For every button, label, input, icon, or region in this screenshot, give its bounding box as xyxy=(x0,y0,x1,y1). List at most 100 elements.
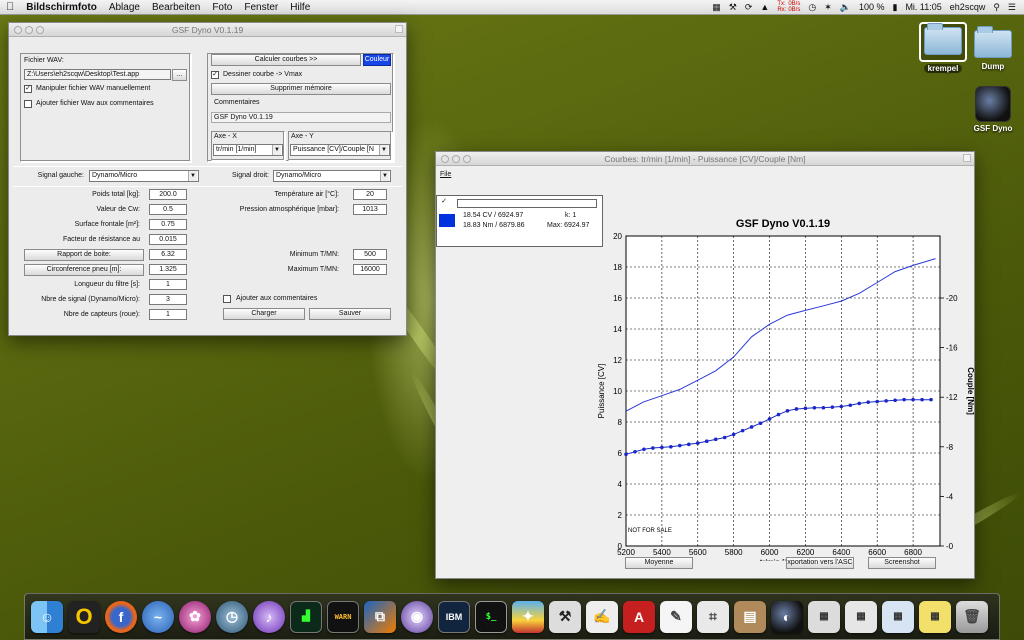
draw-curve-checkbox[interactable]: ✓ xyxy=(211,71,219,79)
max-rpm-field[interactable]: 16000 xyxy=(353,264,387,275)
save-button[interactable]: Sauver xyxy=(309,308,391,320)
signal-right-select[interactable]: Dynamo/Micro ▼ xyxy=(273,170,391,182)
add-wav-comments-checkbox[interactable] xyxy=(24,100,32,108)
y-tick-label: 12 xyxy=(613,356,622,365)
param-value[interactable]: 1 xyxy=(149,309,187,320)
gear-ratio-button[interactable]: Rapport de boite: xyxy=(24,249,144,261)
y-tick-label: 2 xyxy=(618,511,623,520)
axis-x-select[interactable]: tr/min [1/min] ▼ xyxy=(213,144,283,156)
itunes-icon[interactable]: ♪ xyxy=(253,600,285,633)
terminal-icon[interactable]: $_ xyxy=(475,600,507,633)
param-value[interactable]: 1 xyxy=(149,279,187,290)
console-icon[interactable]: WARN xyxy=(327,600,359,633)
clock[interactable]: Mi. 11:05 xyxy=(905,2,941,12)
resize-icon[interactable] xyxy=(963,154,971,162)
browse-button[interactable]: ... xyxy=(172,69,187,81)
window-thumb-icon[interactable]: ▦ xyxy=(882,600,914,633)
menubar:  Bildschirmfoto Ablage Bearbeiten Foto … xyxy=(0,0,1024,15)
resize-icon[interactable] xyxy=(395,25,403,33)
param-value[interactable]: 0.75 xyxy=(149,219,187,230)
temperature-field[interactable]: 20 xyxy=(353,189,387,200)
virtualbox-icon[interactable]: ⧉ xyxy=(364,600,396,633)
gsf-dyno-dock-icon[interactable]: ◐ xyxy=(771,600,803,633)
volume-icon[interactable]: 🔈 xyxy=(840,2,851,13)
menu-foto[interactable]: Foto xyxy=(206,2,238,13)
zoom-button[interactable] xyxy=(36,26,44,34)
battery-icon[interactable]: ▮ xyxy=(892,2,897,13)
minimize-button[interactable] xyxy=(25,26,33,34)
signal-left-select[interactable]: Dynamo/Micro ▼ xyxy=(89,170,199,182)
wifi-icon[interactable]: ▲ xyxy=(760,2,769,12)
calculate-curves-button[interactable]: Calculer courbes >> xyxy=(211,54,361,66)
minimize-button[interactable] xyxy=(452,155,460,163)
close-button[interactable] xyxy=(441,155,449,163)
script-icon[interactable]: ✍ xyxy=(586,600,618,633)
user-name[interactable]: eh2scqw xyxy=(950,2,986,12)
wav-path-field[interactable]: Z:\Users\eh2scqw\Desktop\Test.app xyxy=(24,69,171,80)
desktop-icon-dump[interactable]: Dump xyxy=(963,26,1023,71)
menu-ablage[interactable]: Ablage xyxy=(103,2,146,13)
network-monitor[interactable]: Tx: Rx: 0B/s 0B/s xyxy=(777,1,800,13)
export-ascii-button[interactable]: xportation vers l'ASC xyxy=(786,557,854,569)
screenshot-button[interactable]: Screenshot xyxy=(868,557,936,569)
y2-tick-label: -0 xyxy=(946,542,954,551)
zoom-button[interactable] xyxy=(463,155,471,163)
chart-window-titlebar[interactable]: Courbes: tr/min [1/min] - Puissance [CV]… xyxy=(436,152,974,166)
activity-icon[interactable]: ~ xyxy=(142,600,174,633)
delete-memory-button[interactable]: Supprimer mémoire xyxy=(211,83,391,95)
comments-field[interactable]: GSF Dyno V0.1.19 xyxy=(211,112,391,123)
series-point xyxy=(803,406,808,411)
activity-monitor-icon[interactable]: ▟ xyxy=(290,600,322,633)
min-rpm-field[interactable]: 500 xyxy=(353,249,387,260)
param-value[interactable]: 6.32 xyxy=(149,249,187,260)
param-value[interactable]: 3 xyxy=(149,294,187,305)
manual-wav-checkbox[interactable]: ✓ xyxy=(24,85,32,93)
tools-icon[interactable]: ⚒ xyxy=(729,2,737,13)
screen-icon[interactable]: ▦ xyxy=(712,2,721,13)
param-value[interactable]: 0.015 xyxy=(149,234,187,245)
menu-hilfe[interactable]: Hilfe xyxy=(284,2,316,13)
firefox-icon[interactable]: f xyxy=(105,600,137,633)
y2-tick-label: -20 xyxy=(946,294,958,303)
desktop-icon-gsf-dyno[interactable]: GSF Dyno xyxy=(963,86,1023,133)
window-thumb-icon[interactable]: ▦ xyxy=(845,600,877,633)
close-button[interactable] xyxy=(14,26,22,34)
spotlight-icon[interactable]: ⚲ xyxy=(993,2,1000,13)
dock: ☺ O f ~ ✿ ◷ ♪ ▟ WARN ⧉ ◉ IBM $_ ✦ ⚒ ✍ A … xyxy=(24,593,1000,640)
chat-icon[interactable]: ✿ xyxy=(179,600,211,633)
trash-icon[interactable]: 🗑 xyxy=(956,600,988,633)
battery-status[interactable]: 100 % xyxy=(859,2,885,12)
pressure-field[interactable]: 1013 xyxy=(353,204,387,215)
menu-app-name[interactable]: Bildschirmfoto xyxy=(20,2,103,13)
average-button[interactable]: Moyenne xyxy=(625,557,693,569)
archive-icon[interactable]: ▤ xyxy=(734,600,766,633)
finder-icon[interactable]: ☺ xyxy=(31,600,63,633)
axis-y-select[interactable]: Puissance [CV]/Couple [N ▼ xyxy=(290,144,390,156)
apple-menu-icon[interactable]:  xyxy=(0,1,20,13)
bluetooth-icon[interactable]: ✶ xyxy=(824,2,832,13)
utility-icon[interactable]: ⚒ xyxy=(549,600,581,633)
ibm-icon[interactable]: IBM xyxy=(438,600,470,633)
textedit-icon[interactable]: ✎ xyxy=(660,600,692,633)
time-machine-icon[interactable]: ◷ xyxy=(808,2,816,13)
param-value[interactable]: 1.325 xyxy=(149,264,187,275)
param-value[interactable]: 200.0 xyxy=(149,189,187,200)
preview-icon[interactable]: ⌗ xyxy=(697,600,729,633)
add-comments-checkbox[interactable] xyxy=(223,295,231,303)
installer-icon[interactable]: ✦ xyxy=(512,600,544,633)
main-window-titlebar[interactable]: GSF Dyno V0.1.19 xyxy=(9,23,406,37)
notification-center-icon[interactable]: ☰ xyxy=(1008,2,1016,13)
load-button[interactable]: Charger xyxy=(223,308,305,320)
menu-bearbeiten[interactable]: Bearbeiten xyxy=(146,2,206,13)
tire-circumference-button[interactable]: Circonference pneu [m]: xyxy=(24,264,144,276)
globe-icon[interactable]: ◉ xyxy=(401,600,433,633)
sync-icon[interactable]: ⟳ xyxy=(745,2,753,13)
window-thumb-icon[interactable]: ▦ xyxy=(919,600,951,633)
menu-fenster[interactable]: Fenster xyxy=(238,2,284,13)
launcher-icon[interactable]: O xyxy=(68,600,100,633)
time-machine-icon[interactable]: ◷ xyxy=(216,600,248,633)
param-value[interactable]: 0.5 xyxy=(149,204,187,215)
autocad-icon[interactable]: A xyxy=(623,600,655,633)
window-thumb-icon[interactable]: ▦ xyxy=(808,600,840,633)
color-button[interactable]: Couleur xyxy=(363,54,391,66)
